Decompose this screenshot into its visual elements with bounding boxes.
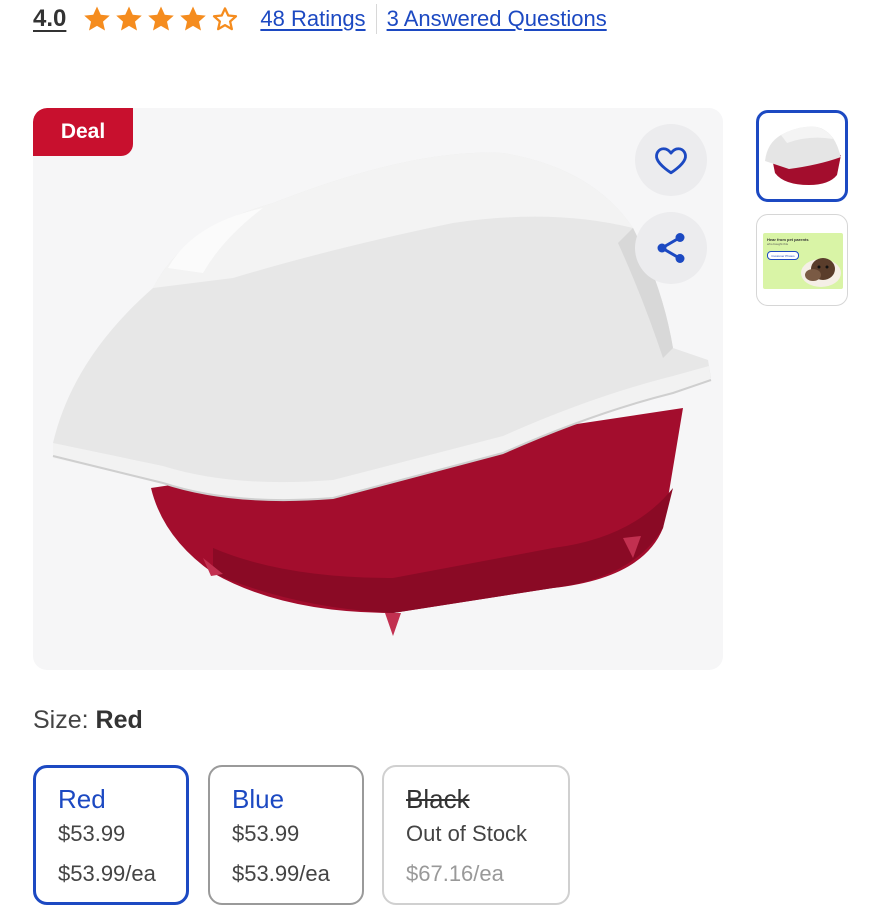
star-full-icon: [180, 6, 207, 31]
share-button[interactable]: [635, 212, 707, 284]
dog-photo: [801, 258, 841, 287]
divider: [375, 4, 377, 34]
size-label-text: Size:: [33, 706, 89, 734]
option-name: Black: [406, 784, 470, 814]
option-name: Red: [58, 784, 106, 814]
option-unit-price: $53.99/ea: [232, 861, 330, 887]
thumbnail-product-image: [765, 126, 841, 185]
rating-value[interactable]: 4.0: [33, 5, 66, 33]
option-stock-status: Out of Stock: [406, 821, 528, 847]
size-option-black[interactable]: Black Out of Stock $67.16/ea: [382, 765, 570, 905]
option-unit-price: $53.99/ea: [58, 861, 156, 887]
option-unit-price: $67.16/ea: [406, 861, 504, 887]
option-price: $53.99: [232, 821, 300, 847]
star-full-icon: [84, 6, 111, 31]
size-label: Size: Red: [33, 706, 143, 735]
star-rating: [82, 4, 240, 34]
deal-badge: Deal: [33, 108, 133, 156]
share-icon: [657, 233, 685, 263]
size-option-blue[interactable]: Blue $53.99 $53.99/ea: [208, 765, 364, 905]
rating-summary: 4.0 48 Ratings 3 Answered Questions: [33, 2, 607, 36]
size-option-red[interactable]: Red $53.99 $53.99/ea: [33, 765, 189, 905]
favorite-button[interactable]: [635, 124, 707, 196]
litter-box-image: [52, 152, 712, 636]
star-full-icon: [148, 6, 175, 31]
thumbnail-customer-photos[interactable]: Hear from pet parents who bought this Cu…: [756, 214, 848, 306]
customer-photos-promo: Hear from pet parents who bought this Cu…: [763, 233, 843, 289]
star-empty-icon: [213, 7, 238, 31]
answered-questions-link[interactable]: 3 Answered Questions: [387, 6, 607, 32]
heart-outline-icon: [655, 147, 687, 175]
thumbnail-product[interactable]: [756, 110, 848, 202]
option-price: $53.99: [58, 821, 126, 847]
size-selected-value: Red: [95, 706, 143, 734]
ratings-link[interactable]: 48 Ratings: [260, 6, 365, 32]
star-full-icon: [116, 6, 143, 31]
main-product-image[interactable]: Deal: [33, 108, 723, 670]
option-name: Blue: [232, 784, 285, 814]
